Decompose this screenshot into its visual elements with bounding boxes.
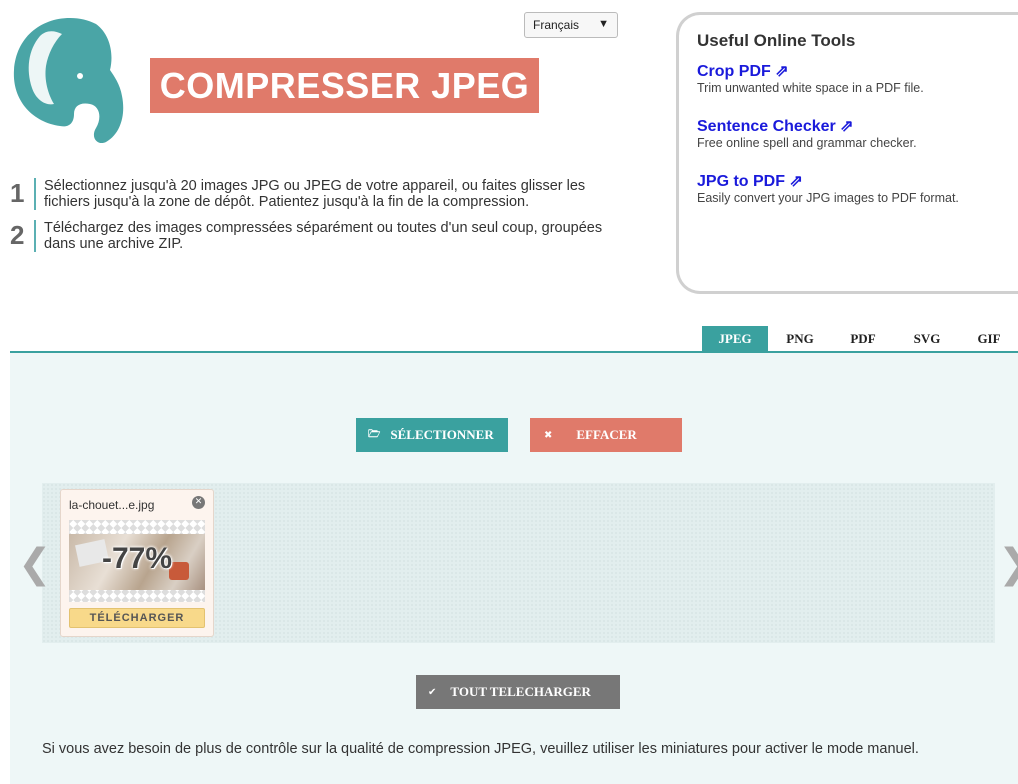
image-preview[interactable]: -77% bbox=[69, 520, 205, 602]
compression-percent: -77% bbox=[101, 542, 173, 575]
format-tabs: JPEG PNG PDF SVG GIF bbox=[702, 326, 1018, 352]
folder-open-icon: 🗁 bbox=[368, 428, 381, 440]
select-button[interactable]: 🗁 SÉLECTIONNER bbox=[356, 418, 508, 452]
file-thumbnail[interactable]: la-chouet...e.jpg ✕ -77% TÉLÉCHARGER bbox=[60, 489, 214, 637]
step-text: Sélectionnez jusqu'à 20 images JPG ou JP… bbox=[34, 178, 614, 210]
tool-desc: Trim unwanted white space in a PDF file. bbox=[697, 81, 924, 95]
tool-desc: Easily convert your JPG images to PDF fo… bbox=[697, 191, 959, 205]
tool-jpg-to-pdf: JPG to PDF ⇗ Easily convert your JPG ima… bbox=[697, 173, 1008, 206]
file-name: la-chouet...e.jpg bbox=[69, 498, 155, 512]
step-text: Téléchargez des images compressées sépar… bbox=[34, 220, 614, 252]
chevron-left-icon[interactable]: ❮ bbox=[18, 541, 52, 587]
clear-button[interactable]: ✖ EFFACER bbox=[530, 418, 682, 452]
tab-jpeg[interactable]: JPEG bbox=[702, 326, 768, 352]
close-circle-icon[interactable]: ✕ bbox=[192, 496, 205, 509]
download-button[interactable]: TÉLÉCHARGER bbox=[69, 608, 205, 628]
step-number: 2 bbox=[10, 220, 25, 250]
chevron-right-icon[interactable]: ❯ bbox=[998, 541, 1018, 587]
language-select[interactable]: Français ▼ bbox=[524, 12, 618, 38]
useful-tools-panel: Useful Online Tools Crop PDF ⇗ Trim unwa… bbox=[676, 12, 1018, 294]
language-select-value: Français bbox=[533, 18, 580, 32]
download-all-label: TOUT TELECHARGER bbox=[450, 684, 591, 699]
page: COMPRESSER JPEG Français ▼ 1 Sélectionne… bbox=[0, 0, 1018, 784]
download-all-button[interactable]: ✔ TOUT TELECHARGER bbox=[416, 675, 620, 709]
tools-heading: Useful Online Tools bbox=[697, 31, 856, 50]
instructions: 1 Sélectionnez jusqu'à 20 images JPG ou … bbox=[10, 178, 620, 262]
compressor-area: 🗁 SÉLECTIONNER ✖ EFFACER ❮ ❯ la-chouet..… bbox=[10, 351, 1018, 784]
step-number: 1 bbox=[10, 178, 25, 208]
tool-crop-pdf: Crop PDF ⇗ Trim unwanted white space in … bbox=[697, 63, 1008, 96]
select-button-label: SÉLECTIONNER bbox=[390, 427, 494, 442]
tool-desc: Free online spell and grammar checker. bbox=[697, 136, 917, 150]
tool-link-jpg-to-pdf[interactable]: JPG to PDF ⇗ bbox=[697, 173, 1008, 191]
tab-gif[interactable]: GIF bbox=[960, 326, 1018, 352]
page-title: COMPRESSER JPEG bbox=[150, 58, 539, 113]
chevron-down-icon: ▼ bbox=[598, 18, 609, 30]
tool-link-sentence-checker[interactable]: Sentence Checker ⇗ bbox=[697, 118, 1008, 136]
manual-mode-note: Si vous avez besoin de plus de contrôle … bbox=[42, 741, 919, 757]
close-x-icon: ✖ bbox=[544, 429, 553, 441]
checkmark-icon: ✔ bbox=[428, 686, 437, 698]
step-1: 1 Sélectionnez jusqu'à 20 images JPG ou … bbox=[10, 178, 620, 210]
step-2: 2 Téléchargez des images compressées sép… bbox=[10, 220, 620, 252]
elephant-logo-icon[interactable] bbox=[10, 10, 130, 150]
tab-svg[interactable]: SVG bbox=[894, 326, 960, 352]
tab-png[interactable]: PNG bbox=[768, 326, 832, 352]
tab-pdf[interactable]: PDF bbox=[832, 326, 894, 352]
clear-button-label: EFFACER bbox=[576, 427, 637, 442]
tool-sentence-checker: Sentence Checker ⇗ Free online spell and… bbox=[697, 118, 1008, 151]
tool-link-crop-pdf[interactable]: Crop PDF ⇗ bbox=[697, 63, 1008, 81]
